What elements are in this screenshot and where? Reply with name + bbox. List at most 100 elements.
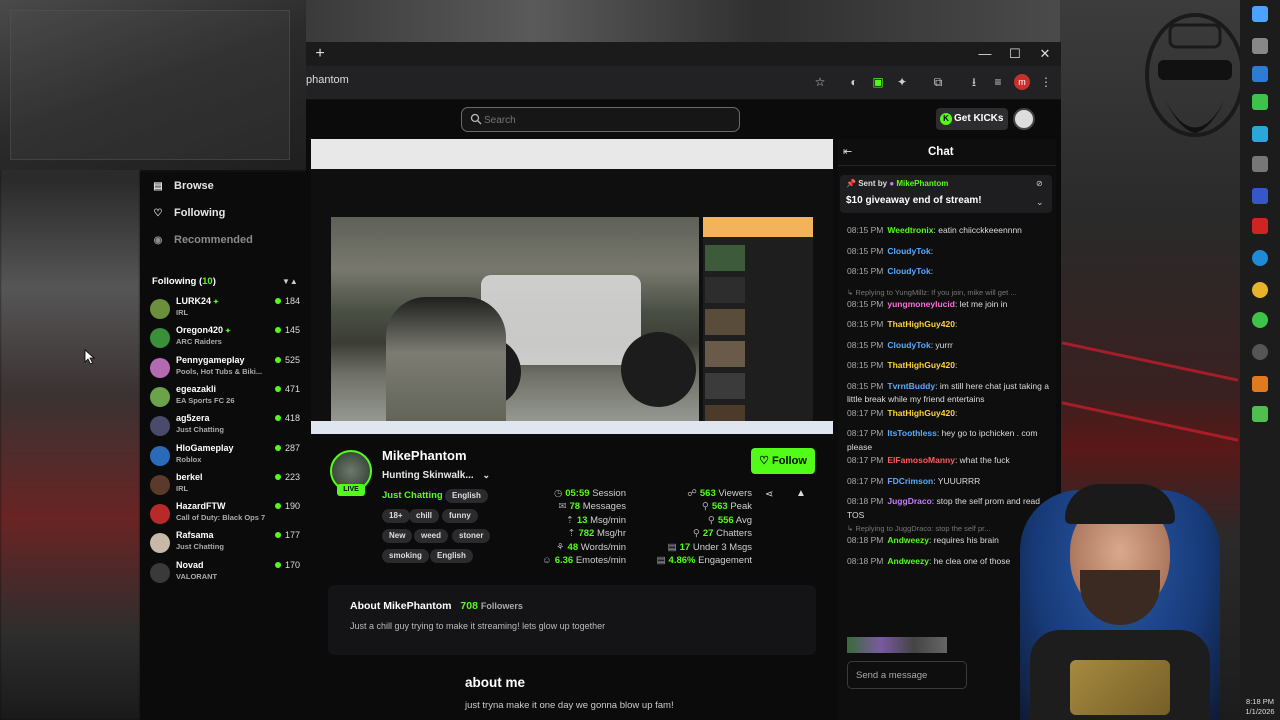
live-dot-icon: [274, 503, 281, 510]
thumbnail: [705, 245, 745, 271]
stream-tag[interactable]: weed: [414, 529, 449, 543]
language-tag[interactable]: English: [445, 489, 488, 503]
video-player[interactable]: [311, 139, 833, 434]
chat-username[interactable]: ElFamosoManny: [887, 455, 955, 465]
following-item[interactable]: ag5zera Just Chatting 418: [150, 413, 300, 441]
chat-username[interactable]: ThatHighGuy420: [887, 360, 955, 370]
channel-name: Pennygameplay: [176, 354, 245, 365]
stream-tag[interactable]: stoner: [452, 529, 491, 543]
app-icon[interactable]: [1252, 156, 1268, 172]
following-item[interactable]: Rafsama Just Chatting 177: [150, 530, 300, 558]
start-icon[interactable]: [1252, 6, 1268, 22]
get-kicks-button[interactable]: K Get KICKs: [936, 108, 1008, 130]
channel-name: Oregon420 ✦: [176, 325, 231, 336]
chat-username[interactable]: FDCrimson: [887, 476, 933, 486]
streamer-name[interactable]: MikePhantom: [382, 448, 467, 463]
chat-username[interactable]: CloudyTok: [887, 266, 930, 276]
chat-username[interactable]: ThatHighGuy420: [887, 408, 955, 418]
chat-username[interactable]: yungmoneylucid: [887, 299, 955, 309]
chat-message: 08:15 PM ThatHighGuy420:: [847, 319, 958, 329]
emote-bar[interactable]: [847, 637, 947, 653]
url-text[interactable]: phantom: [306, 74, 706, 86]
pinned-message[interactable]: 📌 Sent by ● MikePhantom $10 giveaway end…: [840, 175, 1052, 213]
verified-icon: ✦: [213, 299, 219, 306]
user-avatar[interactable]: [1013, 108, 1035, 130]
chat-username[interactable]: ThatHighGuy420: [887, 319, 955, 329]
app-icon[interactable]: [1252, 188, 1268, 204]
stream-tag[interactable]: funny: [442, 509, 478, 523]
following-item[interactable]: Pennygameplay Pools, Hot Tubs & Biki... 52…: [150, 355, 300, 383]
close-button[interactable]: ✕: [1030, 42, 1060, 66]
channel-avatar: [150, 299, 170, 319]
stream-tag[interactable]: New: [382, 529, 413, 543]
divider: [838, 165, 1056, 166]
stat-icon: ◷: [553, 488, 563, 499]
following-item[interactable]: berkel IRL 223: [150, 472, 300, 500]
following-item[interactable]: HloGameplay Roblox 287: [150, 443, 300, 471]
following-item[interactable]: LURK24 ✦ IRL 184: [150, 296, 300, 324]
star-icon[interactable]: ☆: [812, 74, 828, 90]
extension-icon[interactable]: ◐: [846, 74, 862, 90]
following-item[interactable]: HazardFTW Call of Duty: Black Ops 7 190: [150, 501, 300, 529]
chat-username[interactable]: JuggDraco: [887, 496, 931, 506]
stream-tag[interactable]: chill: [409, 509, 440, 523]
chat-username[interactable]: Andweezy: [887, 535, 929, 545]
nav-browse[interactable]: ▤ Browse: [152, 180, 213, 192]
app-icon[interactable]: [1252, 126, 1268, 142]
stream-title[interactable]: Hunting Skinwalk... ⌄: [382, 470, 490, 481]
maximize-button[interactable]: ☐: [1000, 42, 1030, 66]
chat-username[interactable]: CloudyTok: [887, 246, 930, 256]
puzzle-icon[interactable]: ✦: [894, 74, 910, 90]
new-tab-button[interactable]: +: [310, 44, 330, 64]
follow-button[interactable]: ♡ Follow: [751, 448, 815, 474]
chat-message: 08:17 PM ThatHighGuy420:: [847, 407, 958, 418]
warning-icon[interactable]: ▲: [796, 488, 806, 499]
chrome-icon[interactable]: [1252, 282, 1268, 298]
channel-avatar: [150, 328, 170, 349]
chat-input[interactable]: Send a message: [847, 661, 967, 689]
viewer-count: 223: [274, 472, 300, 482]
stream-tag[interactable]: English: [430, 549, 473, 563]
profile-icon[interactable]: m: [1014, 74, 1030, 90]
app-icon[interactable]: [1252, 312, 1268, 328]
stream-tag[interactable]: 18+: [382, 509, 410, 523]
stream-category[interactable]: Just Chatting: [382, 490, 443, 501]
app-icon[interactable]: [1252, 38, 1268, 54]
app-icon[interactable]: [1252, 344, 1268, 360]
menu-icon[interactable]: ⋮: [1038, 74, 1054, 90]
stream-tag[interactable]: smoking: [382, 549, 429, 563]
chat-username[interactable]: TvrntBuddy: [887, 381, 935, 391]
app-icon[interactable]: [1252, 66, 1268, 82]
share-icon[interactable]: ⋖: [765, 489, 773, 500]
sidepanel-icon[interactable]: ⧉: [930, 74, 946, 90]
collapse-chat-icon[interactable]: ⇤: [843, 147, 855, 158]
chat-username[interactable]: Weedtronix: [887, 225, 933, 235]
download-icon[interactable]: ⭳: [966, 74, 982, 90]
app-icon[interactable]: [1252, 218, 1268, 234]
media-icon[interactable]: ≡: [990, 74, 1006, 90]
unpin-icon[interactable]: ⊘: [1036, 179, 1043, 188]
stat-icon: ⚲: [707, 514, 715, 526]
minimize-button[interactable]: —: [970, 42, 1000, 66]
search-input[interactable]: [484, 111, 724, 129]
following-item[interactable]: Novad VALORANT 170: [150, 560, 300, 588]
chevron-down-icon[interactable]: ⌄: [1036, 197, 1044, 208]
app-icon[interactable]: [1252, 406, 1268, 422]
app-icon[interactable]: [1252, 376, 1268, 392]
chat-username[interactable]: Andweezy: [887, 556, 929, 566]
channel-name: ag5zera: [176, 413, 210, 424]
search-box[interactable]: [461, 107, 740, 132]
chat-username[interactable]: CloudyTok: [887, 340, 930, 350]
following-item[interactable]: egeazakli EA Sports FC 26 471: [150, 384, 300, 412]
app-icon[interactable]: [1252, 94, 1268, 110]
nav-recommended[interactable]: ◉ Recommended: [152, 234, 253, 246]
nav-following[interactable]: ♡ Following: [152, 207, 226, 219]
clock[interactable]: 8:18 PM 1/1/2026: [1240, 697, 1280, 717]
stat-item: ⚲ 27 Chatters: [692, 528, 752, 540]
chat-username[interactable]: ItsToothless: [887, 428, 936, 438]
edge-icon[interactable]: [1252, 250, 1268, 266]
following-item[interactable]: Oregon420 ✦ ARC Raiders 145: [150, 325, 300, 353]
extension-icon[interactable]: ▣: [870, 74, 886, 90]
address-bar[interactable]: phantom ☆ ◐ ▣ ✦ ⧉ ⭳ ≡ m ⋮: [306, 66, 1061, 100]
sort-toggle-icon[interactable]: ▼▲: [282, 277, 298, 286]
